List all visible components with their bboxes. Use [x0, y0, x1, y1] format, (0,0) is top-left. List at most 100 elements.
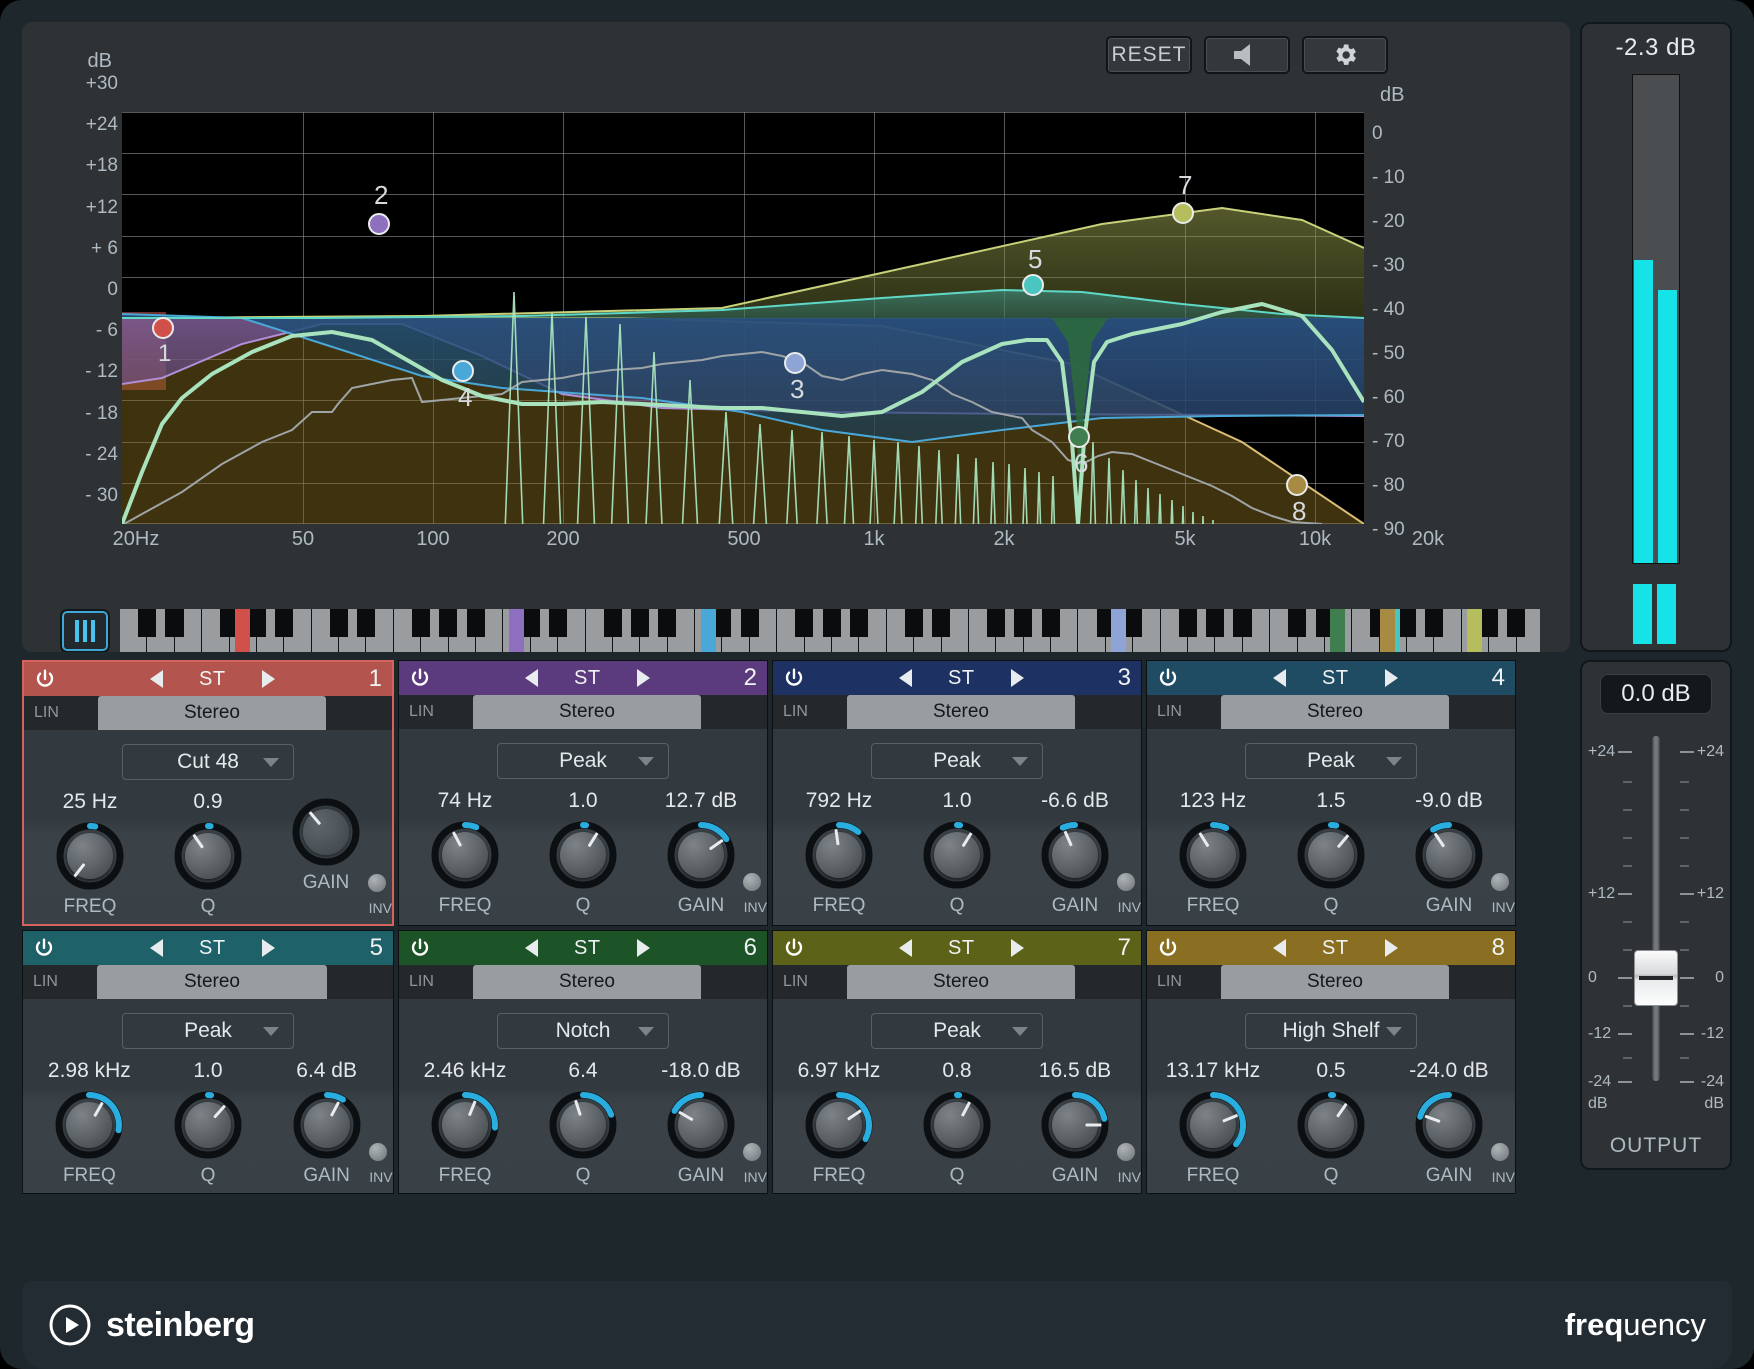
q-knob[interactable]: [923, 1091, 991, 1159]
piano-black-key[interactable]: [740, 609, 759, 637]
fader-handle[interactable]: [1634, 950, 1678, 1006]
invert-toggle[interactable]: [1117, 873, 1135, 891]
gain-control[interactable]: 12.7 dB GAIN INV: [645, 789, 767, 917]
speaker-icon[interactable]: [1204, 36, 1290, 74]
eq-node-1[interactable]: [152, 317, 174, 339]
prev-channel-button[interactable]: [1273, 939, 1287, 957]
power-icon[interactable]: [34, 668, 56, 690]
filter-type-select[interactable]: Peak: [497, 743, 669, 779]
power-icon[interactable]: [409, 667, 431, 689]
prev-channel-button[interactable]: [1273, 669, 1287, 687]
piano-black-key[interactable]: [1178, 609, 1197, 637]
tab-stereo[interactable]: Stereo: [473, 695, 701, 729]
freq-knob[interactable]: [1179, 1091, 1247, 1159]
invert-toggle[interactable]: [743, 1143, 761, 1161]
piano-black-key[interactable]: [439, 609, 458, 637]
freq-knob[interactable]: [55, 1091, 123, 1159]
eq-node-7[interactable]: [1172, 202, 1194, 224]
q-control[interactable]: 0.8 Q: [901, 1059, 1013, 1187]
freq-knob[interactable]: [56, 822, 124, 890]
eq-graph[interactable]: 1 2 3 4 5 6 7 8: [122, 112, 1364, 526]
gain-control[interactable]: -24.0 dB GAIN INV: [1393, 1059, 1515, 1187]
q-knob[interactable]: [549, 821, 617, 889]
piano-black-key[interactable]: [603, 609, 622, 637]
q-control[interactable]: 1.0 Q: [527, 789, 639, 917]
freq-control[interactable]: 74 Hz FREQ: [409, 789, 521, 917]
gain-control[interactable]: -18.0 dB GAIN INV: [645, 1059, 767, 1187]
q-control[interactable]: 6.4 Q: [527, 1059, 639, 1187]
prev-channel-button[interactable]: [899, 669, 913, 687]
band-8[interactable]: ST 8 LIN Stereo High Shelf 13.17 kHz FRE…: [1146, 930, 1516, 1194]
gain-control[interactable]: -9.0 dB GAIN INV: [1393, 789, 1515, 917]
tab-stereo[interactable]: Stereo: [473, 965, 701, 999]
gain-control[interactable]: GAIN INV: [270, 790, 392, 918]
next-channel-button[interactable]: [261, 939, 275, 957]
q-control[interactable]: 1.0 Q: [152, 1059, 264, 1187]
eq-node-4[interactable]: [452, 360, 474, 382]
gain-knob[interactable]: [667, 1091, 735, 1159]
piano-black-key[interactable]: [411, 609, 430, 637]
gear-icon[interactable]: [1302, 36, 1388, 74]
piano-black-key[interactable]: [630, 609, 650, 637]
meter-readout[interactable]: -2.3 dB: [1582, 24, 1730, 62]
filter-type-select[interactable]: Peak: [871, 1013, 1043, 1049]
piano-black-key[interactable]: [521, 609, 540, 637]
band-4[interactable]: ST 4 LIN Stereo Peak 123 Hz FREQ 1.5 Q -…: [1146, 660, 1516, 926]
filter-type-select[interactable]: Notch: [497, 1013, 669, 1049]
output-fader[interactable]: +24 +24 +12 +12 0 0 -12 -12 -24 -24 dB d…: [1582, 724, 1730, 1112]
piano-black-key[interactable]: [1233, 609, 1252, 637]
next-channel-button[interactable]: [636, 669, 650, 687]
piano-black-key[interactable]: [904, 609, 923, 637]
piano-black-key[interactable]: [986, 609, 1006, 637]
piano-black-key[interactable]: [1397, 609, 1416, 637]
freq-knob[interactable]: [1179, 821, 1247, 889]
band-7[interactable]: ST 7 LIN Stereo Peak 6.97 kHz FREQ 0.8 Q…: [772, 930, 1142, 1194]
tab-lin[interactable]: LIN: [23, 965, 97, 999]
eq-node-2[interactable]: [368, 213, 390, 235]
power-icon[interactable]: [783, 937, 805, 959]
piano-black-key[interactable]: [165, 609, 184, 637]
piano-black-key[interactable]: [1041, 609, 1060, 637]
piano-black-key[interactable]: [850, 609, 869, 637]
q-knob[interactable]: [549, 1091, 617, 1159]
gain-knob[interactable]: [1415, 821, 1483, 889]
band-3[interactable]: ST 3 LIN Stereo Peak 792 Hz FREQ 1.0 Q -…: [772, 660, 1142, 926]
tab-stereo[interactable]: Stereo: [847, 965, 1075, 999]
tab-lin[interactable]: LIN: [773, 695, 847, 729]
eq-graph-canvas[interactable]: 1 2 3 4 5 6 7 8: [122, 112, 1364, 526]
prev-channel-button[interactable]: [525, 939, 539, 957]
eq-node-8[interactable]: [1286, 474, 1308, 496]
invert-toggle[interactable]: [743, 873, 761, 891]
piano-black-key[interactable]: [548, 609, 567, 637]
piano-black-key[interactable]: [713, 609, 732, 637]
gain-knob[interactable]: [293, 1091, 361, 1159]
piano-black-key[interactable]: [1507, 609, 1526, 637]
band-1[interactable]: ST 1 LIN Stereo Cut 48 25 Hz FREQ 0.9 Q …: [22, 660, 394, 926]
power-icon[interactable]: [33, 937, 55, 959]
piano-black-key[interactable]: [274, 609, 294, 637]
piano-black-key[interactable]: [466, 609, 485, 637]
next-channel-button[interactable]: [261, 670, 275, 688]
piano-keyboard-icon[interactable]: [60, 609, 110, 652]
q-knob[interactable]: [923, 821, 991, 889]
q-control[interactable]: 1.5 Q: [1275, 789, 1387, 917]
gain-control[interactable]: 16.5 dB GAIN INV: [1019, 1059, 1141, 1187]
piano-black-key[interactable]: [1425, 609, 1444, 637]
next-channel-button[interactable]: [1384, 939, 1398, 957]
tab-lin[interactable]: LIN: [773, 965, 847, 999]
power-icon[interactable]: [783, 667, 805, 689]
filter-type-select[interactable]: Cut 48: [122, 744, 294, 780]
freq-knob[interactable]: [431, 821, 499, 889]
band-6[interactable]: ST 6 LIN Stereo Notch 2.46 kHz FREQ 6.4 …: [398, 930, 768, 1194]
piano-black-key[interactable]: [138, 609, 157, 637]
q-control[interactable]: 0.9 Q: [152, 790, 264, 918]
next-channel-button[interactable]: [636, 939, 650, 957]
piano-keyboard[interactable]: [120, 609, 1540, 652]
invert-toggle[interactable]: [368, 874, 386, 892]
tab-stereo[interactable]: Stereo: [97, 965, 327, 999]
freq-knob[interactable]: [805, 1091, 873, 1159]
piano-black-key[interactable]: [1014, 609, 1033, 637]
tab-lin[interactable]: LIN: [24, 696, 98, 730]
freq-knob[interactable]: [431, 1091, 499, 1159]
tab-lin[interactable]: LIN: [1147, 695, 1221, 729]
